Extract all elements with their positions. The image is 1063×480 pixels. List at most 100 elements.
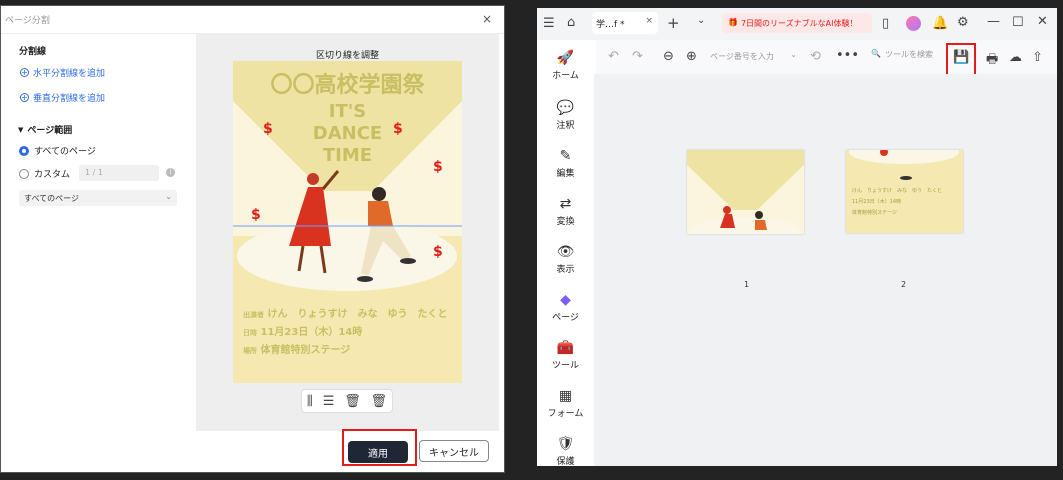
sidebar-item-view[interactable]: 👁 表示: [537, 244, 594, 275]
poster-title-line1: IT'S: [328, 101, 367, 122]
radio-selected-icon: [19, 145, 29, 156]
sidebar-item-form[interactable]: ▦ フォーム: [537, 388, 594, 419]
dialog-title: ページ分割: [5, 16, 50, 26]
poster-date-label: 日時: [243, 329, 257, 337]
more-icon[interactable]: •••: [836, 48, 859, 63]
form-icon: ▦: [558, 388, 573, 404]
new-tab-icon[interactable]: +: [667, 14, 680, 32]
add-vertical-split-button[interactable]: + 垂直分割線を追加: [20, 91, 105, 104]
chevron-down-icon: ⌄: [790, 50, 797, 59]
sidebar-item-tools[interactable]: 🧰 ツール: [537, 340, 594, 371]
sidebar-label: フォーム: [547, 409, 584, 419]
redo-icon[interactable]: ↷: [632, 49, 643, 64]
dialog-titlebar: ページ分割 ×: [1, 6, 504, 34]
poster-title-line2: DANCE: [312, 123, 383, 144]
sidebar-item-comment[interactable]: 💬 注釈: [537, 100, 594, 131]
zoom-in-icon[interactable]: ⊕: [686, 49, 697, 64]
delete-icon[interactable]: 🗑: [344, 394, 361, 409]
poster-place: 体育館特別ステージ: [260, 345, 351, 356]
thumbnail-area: 1 けん りょうすけ みな ゆう たくと 11月23日（木）14時 体育館特別ス…: [594, 74, 1057, 466]
gift-icon: 🎁: [728, 18, 738, 27]
undo-icon[interactable]: ↶: [608, 49, 619, 64]
shield-icon: 🛡: [556, 436, 575, 452]
eye-icon: 👁: [556, 244, 575, 260]
avatar[interactable]: [906, 16, 921, 31]
close-icon[interactable]: ×: [482, 12, 492, 26]
page-range-select[interactable]: すべてのページ ⌄: [19, 190, 177, 206]
triangle-down-icon: ▼: [18, 125, 24, 134]
all-pages-label: すべてのページ: [34, 147, 96, 157]
info-icon[interactable]: i: [166, 168, 175, 177]
radio-unselected-icon: [19, 168, 29, 179]
save-icon[interactable]: 💾: [953, 50, 969, 65]
thumbnail-label: 2: [901, 280, 907, 289]
apply-button[interactable]: 適用: [348, 441, 408, 463]
sidebar-item-home[interactable]: 🚀 ホーム: [537, 50, 594, 81]
horizontal-split-icon[interactable]: ☰: [323, 394, 335, 409]
page-thumbnail[interactable]: けん りょうすけ みな ゆう たくと 11月23日（木）14時 体育館特別ステー…: [846, 140, 963, 233]
preview-tools: ⫼ ☰ 🗑 🗑: [301, 389, 393, 413]
chevron-down-icon[interactable]: ⌄: [697, 15, 705, 26]
custom-label: カスタム: [34, 170, 71, 180]
svg-text:$: $: [251, 207, 261, 223]
thumbnail-2-date: 11月23日（木）14時: [852, 199, 902, 205]
add-horizontal-split-button[interactable]: + 水平分割線を追加: [20, 66, 105, 79]
poster-performers: けん りょうすけ みな ゆう たくと: [267, 309, 448, 320]
tool-search-input[interactable]: 🔍 ツールを検索: [871, 49, 933, 60]
thumbnail-2-place: 体育館特別ステージ: [852, 210, 897, 216]
sidebar-label: 変換: [556, 217, 575, 227]
delete-all-icon[interactable]: 🗑: [371, 394, 388, 409]
poster-place-label: 場所: [243, 347, 257, 355]
tool-search-placeholder: ツールを検索: [884, 50, 933, 59]
toolbox-icon: 🧰: [556, 340, 575, 356]
radio-all-pages[interactable]: すべてのページ: [19, 144, 96, 157]
toolbar: ↶ ↷ ⊖ ⊕ ページ番号を入力 ⌄ ⟲ ••• 🔍 ツールを検索 💾 🖶 ☁ …: [596, 40, 1057, 77]
poster-performers-row: 出演者 けん りょうすけ みな ゆう たくと: [243, 305, 447, 320]
sidebar-item-convert[interactable]: ⇄ 変換: [537, 196, 594, 227]
add-horizontal-label: 水平分割線を追加: [33, 69, 106, 79]
bell-icon[interactable]: 🔔: [932, 16, 948, 31]
sidebar-label: 編集: [556, 169, 575, 179]
mobile-icon[interactable]: ▯: [882, 16, 889, 31]
cloud-upload-icon[interactable]: ☁: [1009, 50, 1022, 65]
tab-label: 学…f *: [596, 20, 625, 30]
share-icon[interactable]: ⇧: [1032, 50, 1043, 65]
custom-range-input[interactable]: 1 / 1: [79, 165, 159, 181]
page-thumbnail[interactable]: [687, 150, 804, 242]
split-line-heading: 分割線: [19, 47, 47, 57]
vertical-split-icon[interactable]: ⫼: [307, 394, 313, 409]
rotate-icon[interactable]: ⟲: [810, 49, 821, 64]
cancel-button[interactable]: キャンセル: [419, 440, 489, 462]
menu-icon[interactable]: ☰: [543, 16, 555, 31]
title-bar: ☰ ⌂ 学…f * × + ⌄ 🎁 7日間のリーズナブルなAI体験！ ▯ 🔔 ⚙…: [537, 8, 1057, 40]
preview-title: 区切り線を調整: [315, 51, 379, 61]
zoom-out-icon[interactable]: ⊖: [663, 49, 674, 64]
promo-banner[interactable]: 🎁 7日間のリーズナブルなAI体験！: [722, 13, 872, 33]
page-range-toggle[interactable]: ▼ ページ範囲: [18, 123, 73, 137]
add-vertical-label: 垂直分割線を追加: [33, 94, 106, 104]
print-icon[interactable]: 🖶: [986, 50, 998, 72]
search-icon: 🔍: [871, 49, 881, 58]
sidebar-item-edit[interactable]: ✎ 編集: [537, 148, 594, 179]
gear-icon[interactable]: ⚙: [957, 15, 969, 30]
close-window-icon[interactable]: ✕: [1037, 14, 1048, 29]
sidebar-label: ツール: [551, 361, 579, 371]
page-number-placeholder: ページ番号を入力: [710, 52, 774, 61]
minimize-icon[interactable]: —: [987, 14, 1000, 29]
sidebar-item-page[interactable]: ◆ ページ: [537, 292, 594, 323]
radio-custom[interactable]: カスタム: [19, 167, 70, 180]
page-number-input[interactable]: ページ番号を入力 ⌄: [706, 47, 801, 65]
close-tab-icon[interactable]: ×: [645, 16, 653, 26]
page-range-label: ページ範囲: [27, 126, 73, 136]
plus-icon: +: [20, 68, 29, 77]
edit-icon: ✎: [559, 148, 572, 164]
sidebar-item-protect[interactable]: 🛡 保護: [537, 436, 594, 467]
home-icon[interactable]: ⌂: [567, 15, 575, 30]
document-tab[interactable]: 学…f * ×: [592, 12, 658, 34]
page-icon: ◆: [560, 292, 571, 308]
maximize-icon[interactable]: ☐: [1012, 15, 1024, 30]
thumbnail-1-art: [687, 150, 804, 242]
poster-performers-label: 出演者: [243, 311, 264, 319]
poster-title-line3: TIME: [322, 145, 373, 166]
plus-icon: +: [20, 93, 29, 102]
